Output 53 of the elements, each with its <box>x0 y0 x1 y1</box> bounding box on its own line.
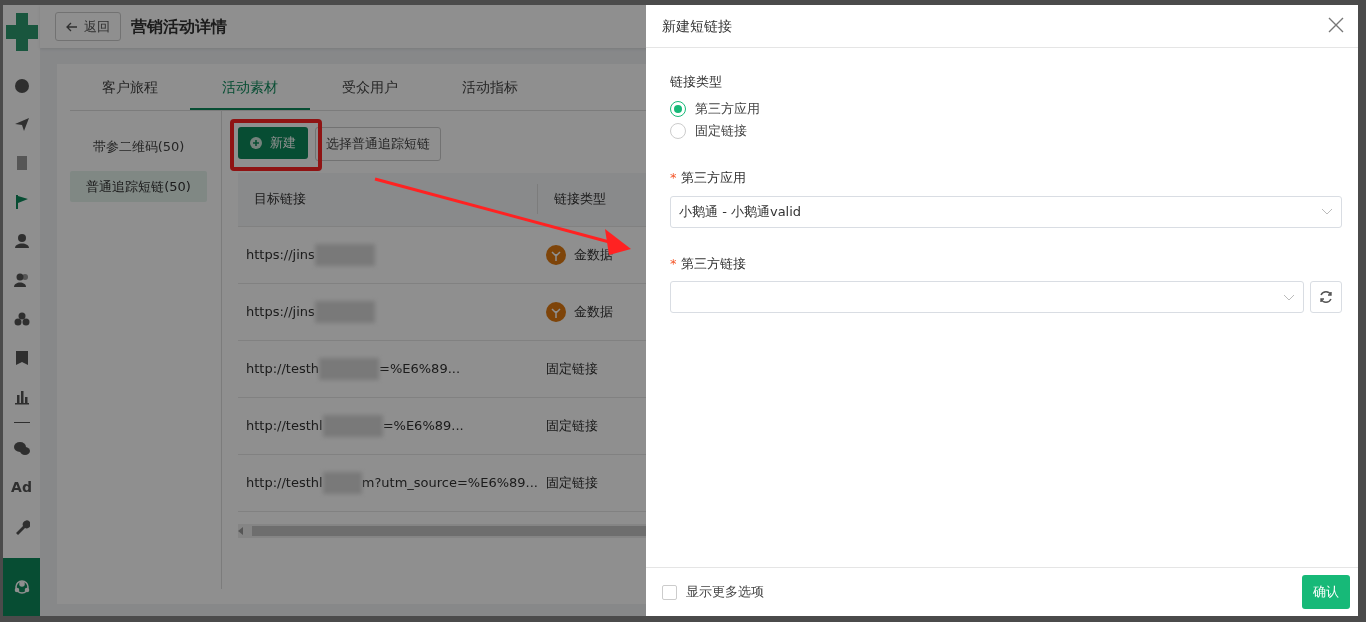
link-type: 金数据 <box>574 302 613 321</box>
field-label: * 第三方应用 <box>670 169 747 187</box>
link-text: http://testh <box>246 359 320 378</box>
settings-button[interactable] <box>3 558 40 616</box>
chevron-down-icon <box>1321 208 1333 215</box>
plus-circle-icon <box>250 136 262 149</box>
subnav-item[interactable]: 普通追踪短链(50) <box>70 170 207 202</box>
select-field[interactable] <box>670 281 1304 313</box>
badge-icon[interactable] <box>13 349 30 366</box>
tab[interactable]: 受众用户 <box>310 64 430 110</box>
logo-icon <box>5 13 38 51</box>
refresh-icon <box>1319 290 1333 304</box>
link-text: https://jins <box>246 302 315 321</box>
field-label: * 第三方链接 <box>670 254 747 273</box>
select-link-button[interactable]: 选择普通追踪短链 <box>314 127 441 161</box>
subnav-item[interactable]: 带参二维码(50) <box>70 131 207 163</box>
cluster-icon[interactable] <box>13 310 30 327</box>
tab[interactable]: 客户旅程 <box>70 64 190 110</box>
plant-icon <box>546 301 566 322</box>
ad-link[interactable]: Ad <box>11 477 32 498</box>
radio-option[interactable]: 固定链接 <box>670 120 1342 142</box>
page-title: 营销活动详情 <box>131 15 227 38</box>
tab[interactable]: 活动素材 <box>190 64 310 110</box>
bar-chart-icon[interactable] <box>13 388 30 405</box>
column-header: 链接类型 <box>554 190 606 209</box>
link-type: 固定链接 <box>546 359 598 378</box>
chevron-down-icon <box>1282 293 1295 301</box>
more-options-checkbox[interactable]: 显示更多选项 <box>662 582 764 602</box>
link-text: http://testhl <box>246 416 323 435</box>
link-type: 固定链接 <box>546 473 598 492</box>
send-icon[interactable] <box>13 115 30 132</box>
back-button[interactable]: 返回 <box>55 11 121 42</box>
confirm-button[interactable]: 确认 <box>1302 575 1350 609</box>
network-icon <box>12 578 31 596</box>
link-text: m?utm_source=%E6%89... <box>361 473 538 492</box>
arrow-left-icon <box>66 21 78 32</box>
user-icon[interactable] <box>13 232 30 249</box>
field-label: 链接类型 <box>670 73 723 91</box>
radio-option[interactable]: 第三方应用 <box>670 98 1342 120</box>
drawer-title: 新建短链接 <box>662 16 732 36</box>
refresh-button[interactable] <box>1310 281 1342 313</box>
select-field[interactable]: 小鹅通 - 小鹅通valid <box>670 195 1342 228</box>
plant-icon <box>546 244 566 265</box>
column-header: 目标链接 <box>254 190 306 209</box>
link-text: =%E6%89... <box>379 359 461 378</box>
chat-icon[interactable] <box>13 440 30 457</box>
link-text: https://jins <box>246 245 315 264</box>
link-text: http://testhl <box>246 473 323 492</box>
new-button[interactable]: 新建 <box>238 127 308 159</box>
link-text: =%E6%89... <box>382 416 464 435</box>
link-type: 固定链接 <box>546 416 598 435</box>
tab[interactable]: 活动指标 <box>430 64 550 110</box>
flag-icon[interactable] <box>13 193 30 210</box>
